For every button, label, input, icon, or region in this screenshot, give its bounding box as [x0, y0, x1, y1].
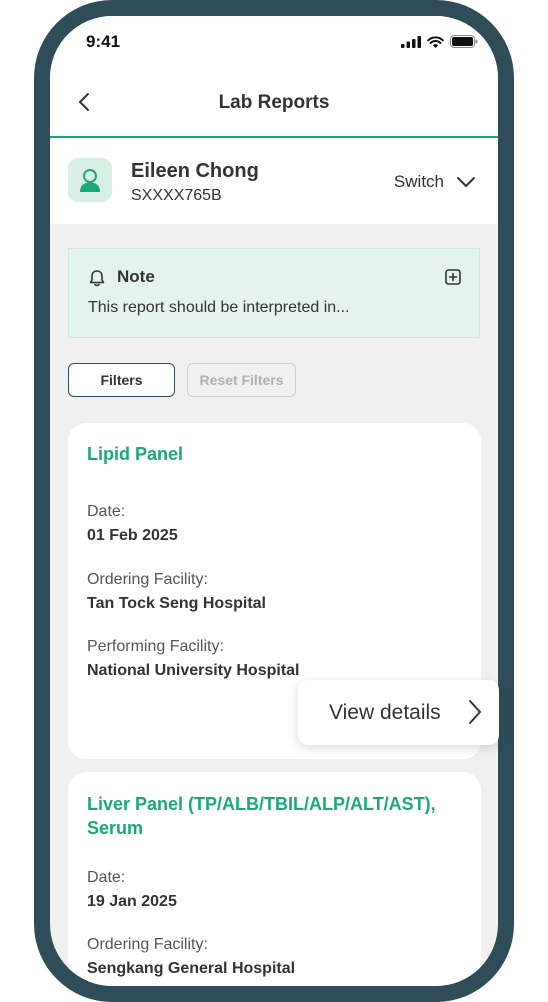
profile-name: Eileen Chong — [131, 160, 259, 182]
ordering-facility-value: Sengkang General Hospital — [87, 960, 296, 977]
user-icon — [80, 169, 100, 192]
date-value: 01 Feb 2025 — [87, 527, 178, 544]
view-details-label: View details — [329, 700, 441, 724]
report-card[interactable]: Liver Panel (TP/ALB/TBIL/ALP/ALT/AST), S… — [68, 772, 481, 986]
expand-plus-icon[interactable] — [445, 269, 461, 285]
reset-filters-button[interactable]: Reset Filters — [187, 363, 296, 397]
report-title: Liver Panel (TP/ALB/TBIL/ALP/ALT/AST), S… — [87, 792, 436, 840]
note-panel: Note This report should be interpreted i… — [68, 248, 480, 338]
status-icons — [401, 35, 478, 48]
wifi-icon — [427, 35, 444, 48]
status-bar: 9:41 — [50, 16, 498, 66]
profile-bar: Eileen Chong SXXXX765B Switch — [50, 138, 498, 224]
battery-icon — [450, 35, 478, 48]
switch-label: Switch — [393, 172, 444, 191]
date-label: Date: — [87, 869, 126, 886]
signal-icon — [401, 35, 421, 48]
performing-facility-value: National University Hospital — [87, 662, 300, 679]
ordering-facility-value: Tan Tock Seng Hospital — [87, 595, 266, 612]
report-title: Lipid Panel — [87, 444, 184, 464]
status-time: 9:41 — [86, 32, 121, 51]
avatar — [68, 158, 112, 202]
app-screen: 9:41 Lab Reports Eileen Chong SXXXX765B … — [50, 16, 498, 986]
filters-button[interactable]: Filters — [68, 363, 175, 397]
chevron-down-icon — [457, 177, 475, 187]
date-value: 19 Jan 2025 — [87, 893, 177, 910]
ordering-facility-label: Ordering Facility: — [87, 571, 208, 588]
nav-bar: Lab Reports — [50, 66, 498, 138]
performing-facility-label: Performing Facility: — [87, 638, 224, 655]
date-label: Date: — [87, 503, 126, 520]
profile-id: SXXXX765B — [131, 187, 222, 204]
bell-icon — [89, 270, 105, 287]
report-title-line: Serum — [87, 818, 144, 838]
ordering-facility-label: Ordering Facility: — [87, 936, 208, 953]
note-text: This report should be interpreted in... — [88, 299, 350, 316]
report-title-line: Liver Panel (TP/ALB/TBIL/ALP/ALT/AST), — [87, 794, 436, 814]
switch-profile-button[interactable]: Switch — [394, 172, 476, 192]
view-details-button[interactable]: View details — [298, 680, 499, 745]
note-title: Note — [117, 267, 155, 286]
chevron-right-icon — [469, 700, 481, 724]
page-title: Lab Reports — [218, 92, 330, 113]
